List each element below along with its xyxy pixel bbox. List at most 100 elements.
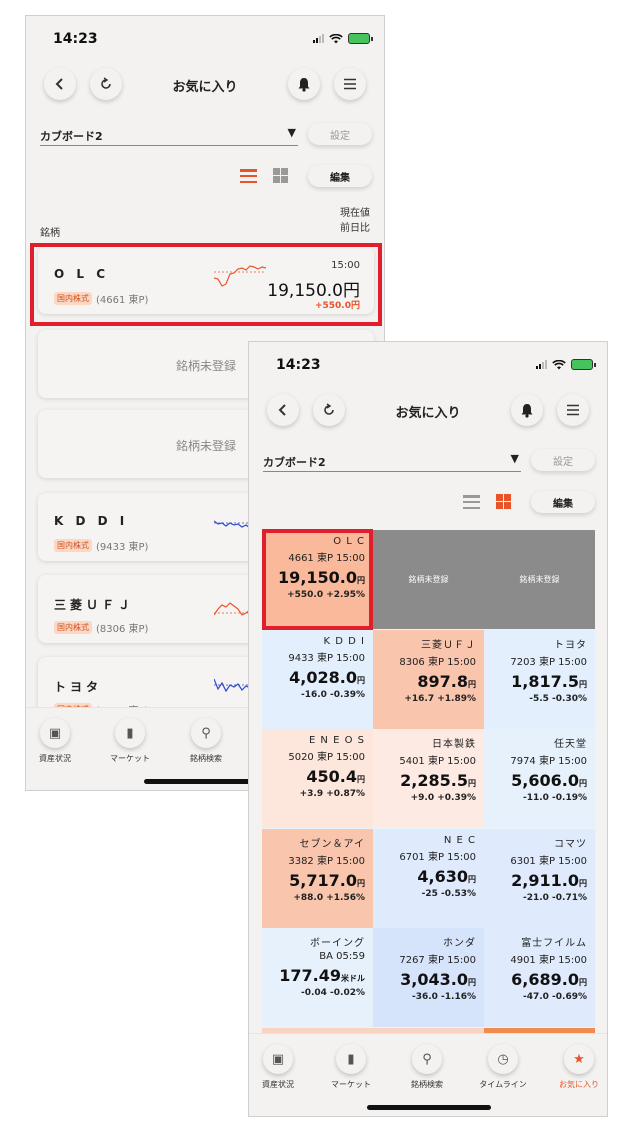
tile-price-value: 2,285.5: [400, 771, 468, 790]
tile-change: -36.0 -1.16%: [411, 992, 476, 1002]
tab-market[interactable]: ▮ マーケット: [95, 718, 165, 764]
star-icon: ★: [564, 1044, 594, 1074]
tile-code-time: 4901 東P 15:00: [510, 955, 587, 966]
tile-price-value: 450.4: [306, 767, 357, 786]
tile-stock-name: セブン＆アイ: [299, 838, 365, 850]
stock-tile[interactable]: 任天堂 7974 東P 15:00 5,606.0円 -11.0 -0.19%: [484, 729, 595, 828]
tile-price-value: 1,817.5: [511, 671, 579, 691]
tile-code-time: 7267 東P 15:00: [399, 955, 476, 966]
tile-stock-name: N E C: [443, 834, 476, 846]
stock-tile[interactable]: E N E O S 5020 東P 15:00 450.4円 +3.9 +0.87%: [262, 729, 373, 828]
tile-change: -16.0 -0.39%: [300, 689, 365, 700]
bar-chart-icon: ▮: [115, 718, 145, 748]
tile-price: 4,028.0円: [262, 668, 365, 687]
tile-change: -5.5 -0.30%: [529, 693, 587, 704]
list-view-toggle[interactable]: [463, 495, 480, 509]
tile-code-time: 9433 東P 15:00: [288, 652, 365, 664]
tile-code-time: 5020 東P 15:00: [288, 752, 365, 763]
page-title: お気に入り: [395, 406, 461, 421]
tile-price-unit: 円: [468, 874, 476, 884]
status-icons: [313, 33, 373, 44]
tile-code-time: 7203 東P 15:00: [510, 656, 587, 668]
tab-assets[interactable]: ▣ 資産状況: [249, 1044, 313, 1090]
empty-slot-tile[interactable]: 銘柄未登録: [484, 530, 595, 629]
tile-change: +3.9 +0.87%: [299, 789, 365, 799]
stock-tile[interactable]: 日本製鉄 5401 東P 15:00 2,285.5円 +9.0 +0.39%: [373, 729, 484, 828]
wallet-icon: ▣: [40, 718, 70, 748]
tile-price-value: 4,028.0: [289, 667, 357, 687]
stock-tile[interactable]: トヨタ 7203 東P 15:00 1,817.5円 -5.5 -0.30%: [484, 629, 595, 729]
stock-tile[interactable]: 富士フイルム 4901 東P 15:00 6,689.0円 -47.0 -0.69%: [484, 928, 595, 1027]
grid-view-toggle[interactable]: [273, 168, 288, 183]
tile-stock-name: ホンダ: [443, 938, 476, 949]
tab-search[interactable]: ⚲ 銘柄検索: [171, 718, 241, 764]
tile-price: 177.49米ドル: [262, 966, 365, 985]
tile-change: +9.0 +0.39%: [410, 793, 476, 803]
tile-stock-name: 三菱ＵＦＪ: [421, 639, 476, 651]
tile-stock-name: 日本製鉄: [432, 739, 476, 750]
column-header-name: 銘柄: [40, 228, 60, 239]
tile-code-time: BA 05:59: [319, 951, 365, 962]
wallet-icon: ▣: [263, 1044, 293, 1074]
settings-button[interactable]: 設定: [308, 123, 372, 145]
tile-stock-name: トヨタ: [554, 639, 587, 651]
header-day-change: 前日比: [340, 223, 370, 234]
tile-price-unit: 円: [579, 779, 587, 788]
status-icons: [536, 359, 596, 370]
board-select-value: カブボード2: [40, 130, 103, 143]
board-select[interactable]: カブボード2 ▼: [40, 126, 298, 146]
empty-slot-label: 銘柄未登録: [519, 575, 560, 584]
tab-favorites[interactable]: ★ お気に入り: [544, 1044, 607, 1090]
tile-code-time: 8306 東P 15:00: [399, 656, 476, 668]
tile-price: 450.4円: [262, 767, 365, 786]
edit-button[interactable]: 編集: [308, 165, 372, 187]
stock-tile[interactable]: N E C 6701 東P 15:00 4,630円 -25 -0.53%: [373, 828, 484, 928]
menu-button[interactable]: [557, 394, 589, 426]
tile-price-unit: 円: [468, 978, 476, 987]
notification-button[interactable]: [511, 394, 543, 426]
tile-change: -21.0 -0.71%: [522, 892, 587, 903]
tile-price-unit: 円: [357, 878, 365, 888]
stock-tile[interactable]: ボーイング BA 05:59 177.49米ドル -0.04 -0.02%: [262, 928, 373, 1027]
tile-price: 6,689.0円: [484, 970, 587, 989]
tile-price-value: 6,689.0: [511, 970, 579, 989]
menu-button[interactable]: [334, 68, 366, 100]
tile-price: 897.8円: [373, 672, 476, 691]
search-icon: ⚲: [412, 1044, 442, 1074]
grid-view-toggle[interactable]: [496, 494, 511, 509]
tile-price-value: 5,717.0: [289, 870, 357, 890]
empty-slot-tile[interactable]: 銘柄未登録: [373, 530, 484, 629]
tab-market[interactable]: ▮ マーケット: [316, 1044, 386, 1090]
wifi-icon: [329, 33, 343, 43]
stock-tile[interactable]: コマツ 6301 東P 15:00 2,911.0円 -21.0 -0.71%: [484, 828, 595, 928]
search-icon: ⚲: [191, 718, 221, 748]
edit-button[interactable]: 編集: [531, 491, 595, 513]
tile-code-time: 7974 東P 15:00: [510, 756, 587, 767]
list-view-toggle[interactable]: [240, 169, 257, 183]
tab-assets[interactable]: ▣ 資産状況: [26, 718, 90, 764]
tile-price-unit: 円: [468, 779, 476, 788]
tile-change: +16.7 +1.89%: [404, 693, 476, 704]
caret-down-icon: ▼: [510, 452, 519, 465]
tile-code-time: 6301 東P 15:00: [510, 855, 587, 867]
header-current-price: 現在値: [340, 208, 370, 219]
battery-icon: [571, 359, 596, 370]
tab-timeline[interactable]: ◷ タイムライン: [468, 1044, 538, 1090]
notification-button[interactable]: [288, 68, 320, 100]
settings-button[interactable]: 設定: [531, 449, 595, 471]
tile-price: 2,285.5円: [373, 771, 476, 790]
bell-icon: [521, 403, 533, 418]
tab-search[interactable]: ⚲ 銘柄検索: [392, 1044, 462, 1090]
tile-change: -0.04 -0.02%: [300, 988, 365, 998]
stock-tile[interactable]: K D D I 9433 東P 15:00 4,028.0円 -16.0 -0.39%: [262, 629, 373, 729]
status-time: 14:23: [53, 31, 98, 47]
stock-tile[interactable]: セブン＆アイ 3382 東P 15:00 5,717.0円 +88.0 +1.56%: [262, 828, 373, 928]
tab-label: 資産状況: [262, 1080, 294, 1089]
board-select[interactable]: カブボード2 ▼: [263, 452, 521, 472]
stock-tile[interactable]: ホンダ 7267 東P 15:00 3,043.0円 -36.0 -1.16%: [373, 928, 484, 1027]
bar-chart-icon: ▮: [336, 1044, 366, 1074]
tab-label: 銘柄検索: [411, 1080, 443, 1089]
stock-tile[interactable]: 三菱ＵＦＪ 8306 東P 15:00 897.8円 +16.7 +1.89%: [373, 629, 484, 729]
nav-bar: お気に入り: [249, 388, 607, 432]
status-bar: 14:23: [249, 342, 607, 388]
